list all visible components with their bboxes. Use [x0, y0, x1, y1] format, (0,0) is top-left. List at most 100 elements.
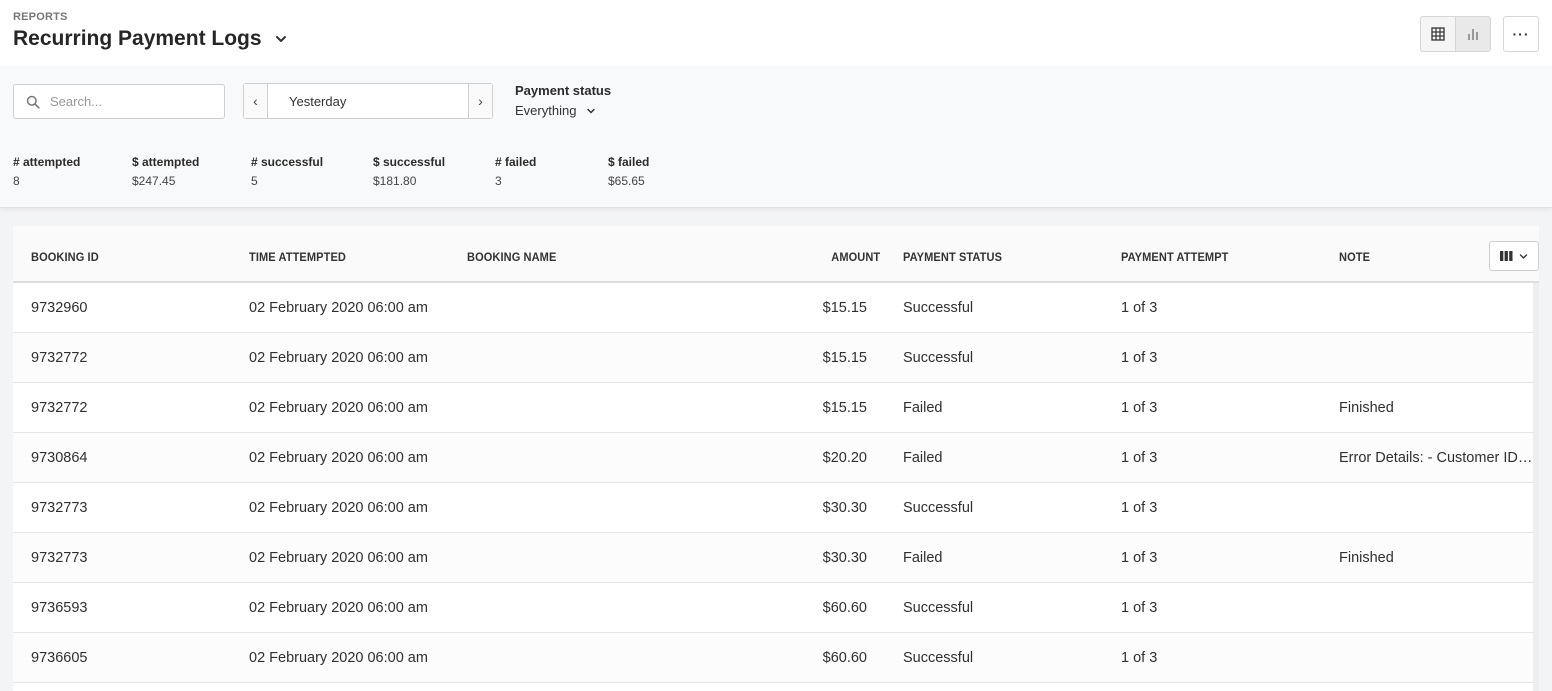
cell-payment-status: Successful: [903, 500, 974, 516]
cell-booking-id: 9732772: [31, 350, 88, 366]
table-row[interactable]: 9736605 02 February 2020 06:00 am $60.60…: [13, 633, 1533, 683]
date-navigator: ‹ Yesterday ›: [243, 83, 493, 119]
search-icon: [26, 95, 40, 109]
date-range-selector[interactable]: Yesterday: [268, 84, 468, 118]
next-date-button[interactable]: ›: [468, 84, 492, 118]
more-options-button[interactable]: ···: [1503, 16, 1539, 52]
columns-icon: [1500, 251, 1513, 261]
page-title: Recurring Payment Logs: [13, 27, 262, 50]
stat-value: 3: [495, 174, 502, 188]
table-row[interactable]: 9732772 02 February 2020 06:00 am $15.15…: [13, 333, 1533, 383]
stat-label: # failed: [495, 155, 537, 169]
table-row[interactable]: 9736593 02 February 2020 06:00 am $60.60…: [13, 583, 1533, 633]
stat-successful-amount: $ successful $181.80: [373, 155, 445, 188]
cell-time-attempted: 02 February 2020 06:00 am: [249, 600, 428, 616]
cell-booking-id: 9732773: [31, 500, 88, 516]
page-header: REPORTS Recurring Payment Logs ···: [0, 0, 1552, 66]
payment-status-value: Everything: [515, 103, 577, 118]
table-row[interactable]: 9732773 02 February 2020 06:00 am $30.30…: [13, 483, 1533, 533]
cell-payment-attempt: 1 of 3: [1121, 300, 1158, 316]
cell-time-attempted: 02 February 2020 06:00 am: [249, 400, 428, 416]
stat-successful-count: # successful 5: [251, 155, 323, 188]
stat-label: # successful: [251, 155, 324, 169]
search-input[interactable]: [50, 94, 210, 109]
section-label: REPORTS: [13, 11, 68, 23]
payment-status-label: Payment status: [515, 83, 612, 98]
stat-value: $247.45: [132, 174, 176, 188]
cell-booking-id: 9732960: [31, 300, 88, 316]
cell-payment-status: Successful: [903, 350, 974, 366]
cell-payment-attempt: 1 of 3: [1121, 350, 1158, 366]
stat-value: 8: [13, 174, 20, 188]
cell-payment-attempt: 1 of 3: [1121, 400, 1158, 416]
column-header-note[interactable]: NOTE: [1339, 250, 1370, 264]
cell-amount: $60.60: [822, 650, 867, 666]
column-chooser-button[interactable]: [1489, 241, 1539, 271]
column-header-booking-name[interactable]: BOOKING NAME: [467, 250, 556, 264]
cell-time-attempted: 02 February 2020 06:00 am: [249, 450, 428, 466]
stat-attempted-count: # attempted 8: [13, 155, 80, 188]
chevron-down-icon: [586, 106, 596, 116]
column-header-payment-attempt[interactable]: PAYMENT ATTEMPT: [1121, 250, 1228, 264]
chevron-down-icon[interactable]: [274, 32, 288, 46]
stat-value: $65.65: [608, 174, 645, 188]
table-scrollbar[interactable]: [1533, 283, 1539, 691]
table-view-button[interactable]: [1421, 17, 1456, 51]
view-toggle: [1420, 16, 1491, 52]
cell-payment-status: Failed: [903, 550, 943, 566]
table-row[interactable]: 9732773 02 February 2020 06:00 am $30.30…: [13, 533, 1533, 583]
cell-booking-id: 9730864: [31, 450, 88, 466]
stat-attempted-amount: $ attempted $247.45: [132, 155, 199, 188]
grid-icon: [1431, 27, 1445, 41]
cell-note: Error Details: - Customer ID…: [1339, 450, 1533, 466]
cell-payment-attempt: 1 of 3: [1121, 650, 1158, 666]
cell-amount: $60.60: [822, 600, 867, 616]
stat-label: $ failed: [608, 155, 650, 169]
cell-amount: $15.15: [822, 400, 867, 416]
cell-payment-status: Successful: [903, 650, 974, 666]
more-icon: ···: [1512, 26, 1530, 42]
filter-panel: ‹ Yesterday › Payment status Everything …: [0, 66, 1552, 208]
stat-label: $ successful: [373, 155, 446, 169]
cell-payment-attempt: 1 of 3: [1121, 600, 1158, 616]
previous-date-button[interactable]: ‹: [244, 84, 268, 118]
cell-booking-id: 9732773: [31, 550, 88, 566]
search-box[interactable]: [13, 84, 225, 119]
cell-amount: $15.15: [822, 350, 867, 366]
cell-booking-id: 9736593: [31, 600, 88, 616]
summary-stats: # attempted 8 $ attempted $247.45 # succ…: [0, 155, 700, 195]
cell-amount: $30.30: [822, 500, 867, 516]
stat-label: # attempted: [13, 155, 81, 169]
cell-payment-status: Successful: [903, 300, 974, 316]
stat-failed-amount: $ failed $65.65: [608, 155, 649, 188]
report-selector[interactable]: Recurring Payment Logs: [13, 27, 288, 51]
cell-payment-attempt: 1 of 3: [1121, 550, 1158, 566]
table-header: BOOKING ID TIME ATTEMPTED BOOKING NAME A…: [13, 226, 1539, 283]
cell-time-attempted: 02 February 2020 06:00 am: [249, 500, 428, 516]
stat-value: $181.80: [373, 174, 417, 188]
cell-note: Finished: [1339, 550, 1394, 566]
table-row[interactable]: 9732960 02 February 2020 06:00 am $15.15…: [13, 283, 1533, 333]
cell-payment-status: Successful: [903, 600, 974, 616]
chevron-right-icon: ›: [478, 93, 483, 109]
cell-booking-id: 9736605: [31, 650, 88, 666]
column-header-payment-status[interactable]: PAYMENT STATUS: [903, 250, 1002, 264]
column-header-time-attempted[interactable]: TIME ATTEMPTED: [249, 250, 346, 264]
table-row[interactable]: 9730864 02 February 2020 06:00 am $20.20…: [13, 433, 1533, 483]
column-header-amount[interactable]: AMOUNT: [831, 250, 880, 264]
cell-amount: $20.20: [822, 450, 867, 466]
payment-logs-table: BOOKING ID TIME ATTEMPTED BOOKING NAME A…: [13, 226, 1539, 691]
payment-status-select[interactable]: Everything: [515, 103, 611, 118]
cell-time-attempted: 02 February 2020 06:00 am: [249, 300, 428, 316]
cell-note: Finished: [1339, 400, 1394, 416]
column-header-booking-id[interactable]: BOOKING ID: [31, 250, 99, 264]
stat-label: $ attempted: [132, 155, 200, 169]
cell-payment-attempt: 1 of 3: [1121, 450, 1158, 466]
table-row[interactable]: 9732772 02 February 2020 06:00 am $15.15…: [13, 383, 1533, 433]
chevron-down-icon: [1519, 252, 1528, 261]
chart-view-button[interactable]: [1456, 17, 1491, 51]
cell-payment-status: Failed: [903, 450, 943, 466]
payment-status-filter: Payment status Everything: [515, 83, 611, 118]
cell-time-attempted: 02 February 2020 06:00 am: [249, 550, 428, 566]
cell-time-attempted: 02 February 2020 06:00 am: [249, 650, 428, 666]
